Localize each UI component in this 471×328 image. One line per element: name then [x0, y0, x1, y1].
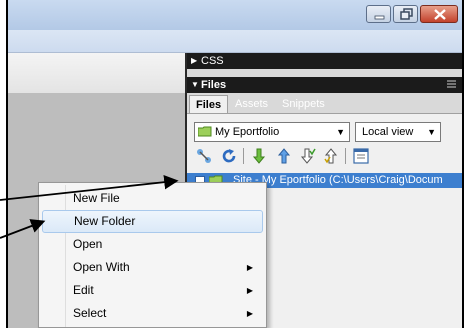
annotation-arrows	[0, 175, 179, 239]
arrow-to-site-root	[0, 175, 179, 201]
arrow-to-new-folder	[0, 219, 46, 239]
